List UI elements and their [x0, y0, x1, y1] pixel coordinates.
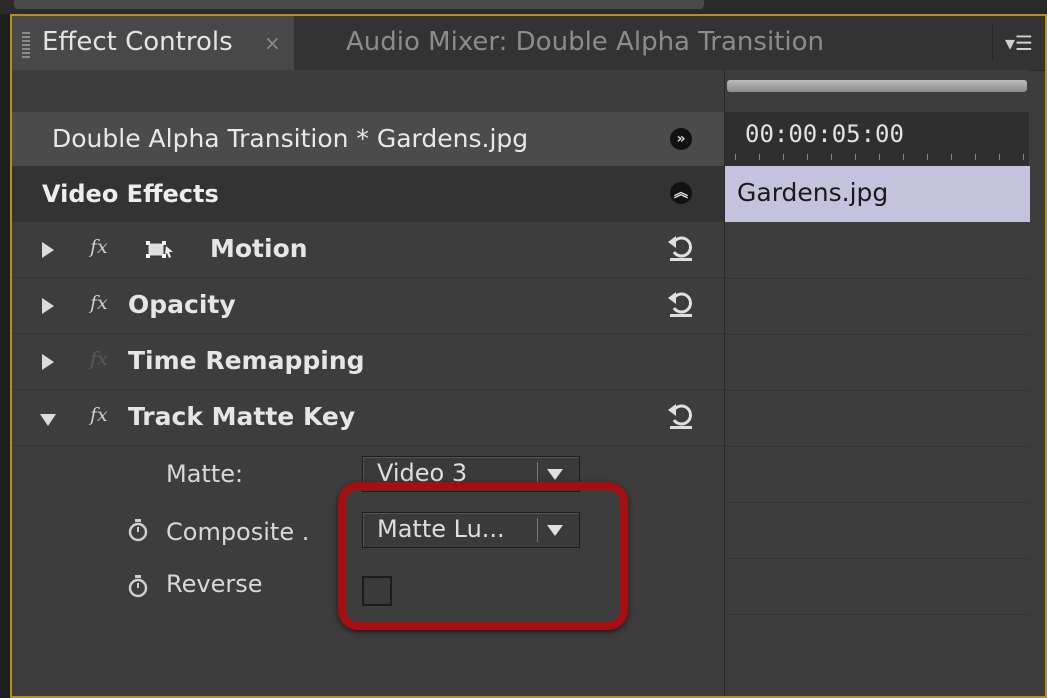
expand-triangle-icon[interactable]	[42, 242, 54, 258]
stopwatch-icon[interactable]	[126, 518, 150, 542]
fx-toggle-icon[interactable]: fx	[90, 404, 108, 426]
collapse-icon[interactable]: ︽	[670, 182, 692, 204]
zoom-scroll-area	[725, 70, 1029, 112]
row-divider	[725, 502, 1029, 503]
row-divider	[725, 614, 1029, 615]
effect-row-motion[interactable]: fx Motion	[12, 222, 724, 278]
show-timeline-icon[interactable]: »	[670, 128, 692, 150]
row-divider	[725, 278, 1029, 279]
row-divider	[725, 390, 1029, 391]
expand-triangle-icon[interactable]	[42, 298, 54, 314]
zoom-scrollbar[interactable]	[727, 80, 1027, 92]
expand-triangle-icon[interactable]	[42, 354, 54, 370]
effect-row-track-matte-key[interactable]: fx Track Matte Key	[12, 390, 724, 446]
highlight-annotation	[338, 482, 628, 630]
time-ruler[interactable]: 00:00:05:00	[725, 112, 1029, 166]
effect-row-opacity[interactable]: fx Opacity	[12, 278, 724, 334]
clip-title-row: Double Alpha Transition * Gardens.jpg »	[12, 112, 724, 166]
clip-bar-label: Gardens.jpg	[737, 178, 889, 207]
close-icon[interactable]: ×	[264, 31, 281, 55]
effect-name: Time Remapping	[128, 346, 365, 375]
reset-icon[interactable]	[666, 398, 696, 432]
section-title: Video Effects	[42, 180, 219, 208]
timecode: 00:00:05:00	[745, 120, 904, 148]
row-divider	[725, 446, 1029, 447]
reverse-label: Reverse	[166, 570, 263, 598]
collapse-triangle-icon[interactable]	[40, 414, 56, 426]
tab-label: Audio Mixer: Double Alpha Transition	[346, 27, 824, 57]
reset-icon[interactable]	[666, 286, 696, 320]
fx-toggle-icon[interactable]: fx	[90, 236, 108, 258]
effect-name: Opacity	[128, 290, 236, 319]
clip-bar[interactable]: Gardens.jpg	[725, 166, 1030, 222]
stopwatch-icon[interactable]	[126, 574, 150, 598]
timeline-pane: 00:00:05:00 Gardens.jpg	[724, 70, 1030, 696]
ruler-ticks	[735, 154, 1025, 160]
tab-label: Effect Controls	[42, 27, 233, 57]
reset-icon[interactable]	[666, 230, 696, 264]
panel-menu-icon: ▾☰	[1005, 31, 1033, 55]
top-strip	[0, 0, 1047, 14]
composite-label: Composite .	[166, 518, 310, 546]
tab-bar: Effect Controls × Audio Mixer: Double Al…	[12, 16, 1045, 72]
row-divider	[725, 334, 1029, 335]
matte-label: Matte:	[166, 460, 244, 488]
panel-menu-button[interactable]: ▾☰	[992, 24, 1037, 60]
motion-transform-icon[interactable]	[146, 240, 174, 260]
row-divider	[725, 558, 1029, 559]
fx-toggle-icon[interactable]: fx	[90, 292, 108, 314]
effect-row-time-remapping[interactable]: fx Time Remapping	[12, 334, 724, 390]
effect-controls-panel: Effect Controls × Audio Mixer: Double Al…	[10, 14, 1047, 698]
fx-toggle-icon: fx	[90, 348, 108, 370]
grip-icon[interactable]	[22, 32, 30, 58]
clip-title: Double Alpha Transition * Gardens.jpg	[52, 124, 529, 153]
chevron-down-icon	[547, 469, 563, 480]
tab-effect-controls[interactable]: Effect Controls ×	[12, 16, 294, 72]
effect-name: Track Matte Key	[128, 402, 356, 431]
top-scrollbar[interactable]	[14, 0, 704, 9]
tab-audio-mixer[interactable]: Audio Mixer: Double Alpha Transition	[320, 16, 960, 70]
video-effects-header: Video Effects ︽	[12, 166, 724, 222]
effects-list-pane: Double Alpha Transition * Gardens.jpg » …	[12, 70, 724, 696]
effect-name: Motion	[210, 234, 308, 263]
